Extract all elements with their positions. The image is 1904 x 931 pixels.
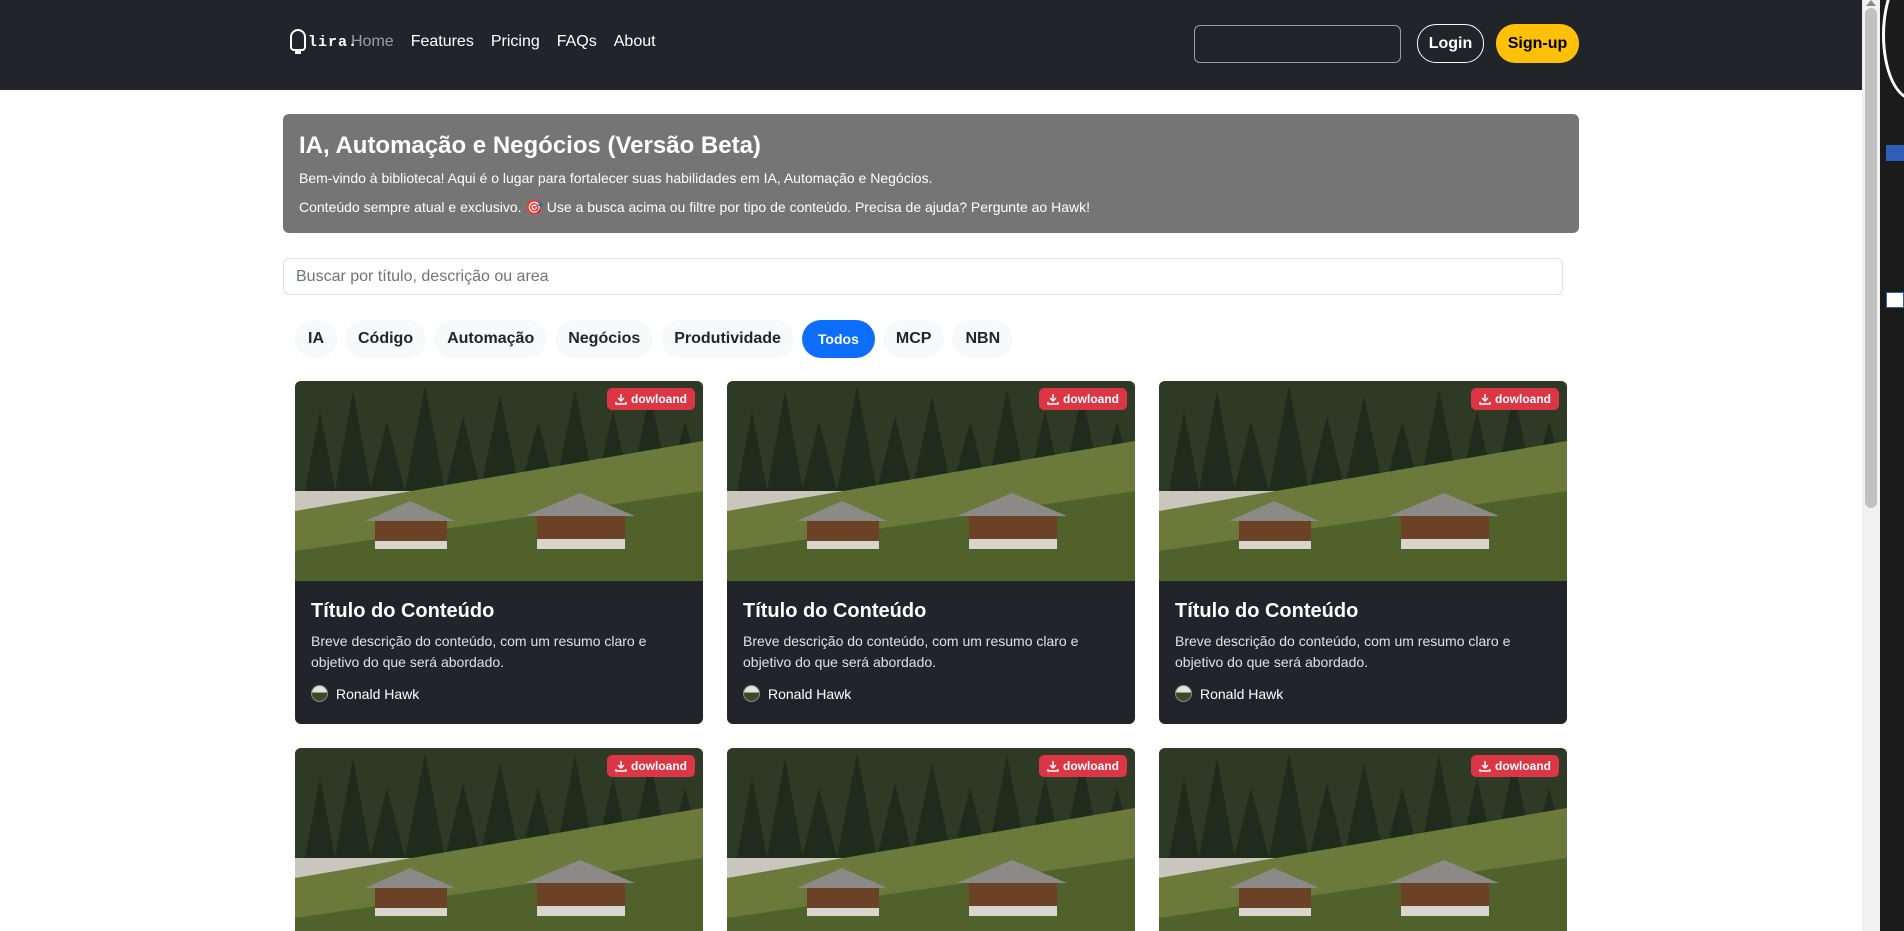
filter-chip-nbn[interactable]: NBN [952,320,1014,358]
card-title: Título do Conteúdo [311,600,495,622]
content-card[interactable]: dowloand Título do Conteúdo Breve descri… [295,381,703,724]
download-badge-label: dowloand [631,759,687,773]
navbar-search-input[interactable] [1194,25,1401,63]
page-title: IA, Automação e Negócios (Versão Beta) [299,132,761,159]
download-badge[interactable]: dowloand [607,388,695,410]
top-navbar: lira. Home Features Pricing FAQs About L… [0,0,1862,90]
download-badge[interactable]: dowloand [1039,388,1127,410]
download-badge-label: dowloand [1063,759,1119,773]
download-icon [1479,393,1491,405]
nav-link-features[interactable]: Features [411,33,474,51]
nav-link-pricing[interactable]: Pricing [491,33,540,51]
card-body: Título do Conteúdo Breve descrição do co… [295,581,703,724]
avatar [1175,685,1192,702]
ring-decoration [1882,0,1904,100]
scrollbar-thumb[interactable] [1865,8,1877,508]
card-image: dowloand [1159,381,1567,581]
download-badge-label: dowloand [631,392,687,406]
filter-chip-codigo[interactable]: Código [345,320,427,358]
card-image: dowloand [295,381,703,581]
download-badge[interactable]: dowloand [607,755,695,777]
hero-help-text: Conteúdo sempre atual e exclusivo. 🎯 Use… [299,199,1090,215]
hero-banner: IA, Automação e Negócios (Versão Beta) B… [283,114,1579,233]
card-description: Breve descrição do conteúdo, com um resu… [1175,633,1511,670]
content-search-input[interactable] [283,258,1563,295]
page-scrollbar[interactable] [1862,0,1880,931]
download-badge[interactable]: dowloand [1039,755,1127,777]
download-badge-label: dowloand [1495,759,1551,773]
filter-chip-produtividade[interactable]: Produtividade [661,320,794,358]
nav-link-home[interactable]: Home [351,33,394,51]
card-image: dowloand [1159,748,1567,931]
card-body: Título do Conteúdo Breve descrição do co… [1159,581,1567,724]
landscape-image [727,381,1135,581]
avatar [743,685,760,702]
filter-chip-automacao[interactable]: Automação [434,320,548,358]
download-badge[interactable]: dowloand [1471,388,1559,410]
card-title: Título do Conteúdo [1175,600,1359,622]
card-image: dowloand [295,748,703,931]
external-blue-block [1886,145,1904,161]
content-card[interactable]: dowloand Título do Conteúdo Breve descri… [1159,381,1567,724]
landscape-image [1159,381,1567,581]
nav-links: Home Features Pricing FAQs About [351,33,656,51]
download-icon [1047,393,1059,405]
filter-chip-todos[interactable]: Todos [801,320,875,358]
hero-intro-text: Bem-vindo à biblioteca! Aqui é o lugar p… [299,170,933,186]
card-image: dowloand [727,748,1135,931]
side-panel-strip [1862,0,1904,931]
download-badge-label: dowloand [1063,392,1119,406]
download-badge[interactable]: dowloand [1471,755,1559,777]
avatar [311,685,328,702]
signup-button[interactable]: Sign-up [1496,24,1579,63]
filter-chip-negocios[interactable]: Negócios [555,320,654,358]
landscape-image [295,381,703,581]
login-button[interactable]: Login [1417,24,1484,63]
download-badge-label: dowloand [1495,392,1551,406]
content-card[interactable]: dowloand [727,748,1135,931]
card-author: Ronald Hawk [1175,685,1551,702]
lightbulb-icon [290,29,306,54]
scroll-up-arrow-icon[interactable] [1866,0,1876,6]
download-icon [1047,760,1059,772]
card-title: Título do Conteúdo [743,600,927,622]
download-icon [1479,760,1491,772]
brand-logo[interactable]: lira. [290,29,358,54]
filter-chips: IA Código Automação Negócios Produtivida… [295,320,1014,358]
author-name: Ronald Hawk [768,685,852,702]
card-description: Breve descrição do conteúdo, com um resu… [311,633,647,670]
content-card[interactable]: dowloand Título do Conteúdo Breve descri… [727,381,1135,724]
filter-chip-mcp[interactable]: MCP [882,320,945,358]
card-body: Título do Conteúdo Breve descrição do co… [727,581,1135,724]
card-image: dowloand [727,381,1135,581]
download-icon [615,393,627,405]
card-author: Ronald Hawk [743,685,1119,702]
card-description: Breve descrição do conteúdo, com um resu… [743,633,1079,670]
author-name: Ronald Hawk [336,685,420,702]
filter-chip-ia[interactable]: IA [295,320,337,358]
nav-link-about[interactable]: About [614,33,656,51]
nav-link-faqs[interactable]: FAQs [557,33,597,51]
external-white-block [1886,292,1904,308]
content-card[interactable]: dowloand [1159,748,1567,931]
author-name: Ronald Hawk [1200,685,1284,702]
card-author: Ronald Hawk [311,685,687,702]
download-icon [615,760,627,772]
external-window-edge [1880,0,1904,931]
content-card[interactable]: dowloand [295,748,703,931]
